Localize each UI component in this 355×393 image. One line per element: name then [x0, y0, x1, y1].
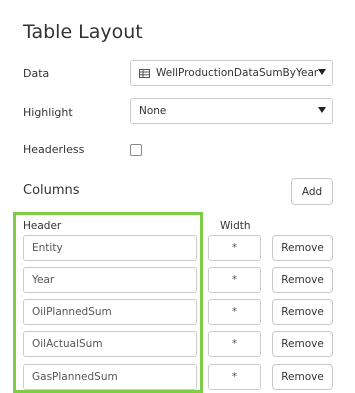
- remove-column-button[interactable]: Remove: [272, 331, 333, 357]
- chevron-down-icon: [318, 69, 326, 75]
- width-column-label: Width: [220, 220, 251, 232]
- remove-column-button[interactable]: Remove: [272, 364, 333, 390]
- data-select[interactable]: WellProductionDataSumByYear: [130, 60, 333, 86]
- data-select-value: WellProductionDataSumByYear: [156, 67, 319, 79]
- column-width-input[interactable]: *: [208, 267, 261, 293]
- chevron-down-icon: [318, 107, 326, 113]
- highlight-label: Highlight: [23, 106, 73, 119]
- header-column-highlight-frame: [13, 212, 203, 393]
- columns-section-title: Columns: [23, 183, 80, 198]
- highlight-select-value: None: [139, 105, 167, 117]
- panel-title: Table Layout: [23, 21, 143, 43]
- column-width-input[interactable]: *: [208, 299, 261, 325]
- column-width-input[interactable]: *: [208, 331, 261, 357]
- column-width-input[interactable]: *: [208, 364, 261, 390]
- remove-column-button[interactable]: Remove: [272, 235, 333, 261]
- table-layout-panel: Table Layout Data WellProductionDataSumB…: [1, 1, 353, 393]
- table-icon: [139, 68, 150, 78]
- remove-column-button[interactable]: Remove: [272, 299, 333, 325]
- headerless-label: Headerless: [23, 143, 85, 156]
- data-label: Data: [23, 67, 50, 80]
- column-width-input[interactable]: *: [208, 235, 261, 261]
- headerless-checkbox[interactable]: [130, 144, 142, 156]
- remove-column-button[interactable]: Remove: [272, 267, 333, 293]
- add-column-button[interactable]: Add: [291, 178, 333, 205]
- highlight-select[interactable]: None: [130, 98, 333, 124]
